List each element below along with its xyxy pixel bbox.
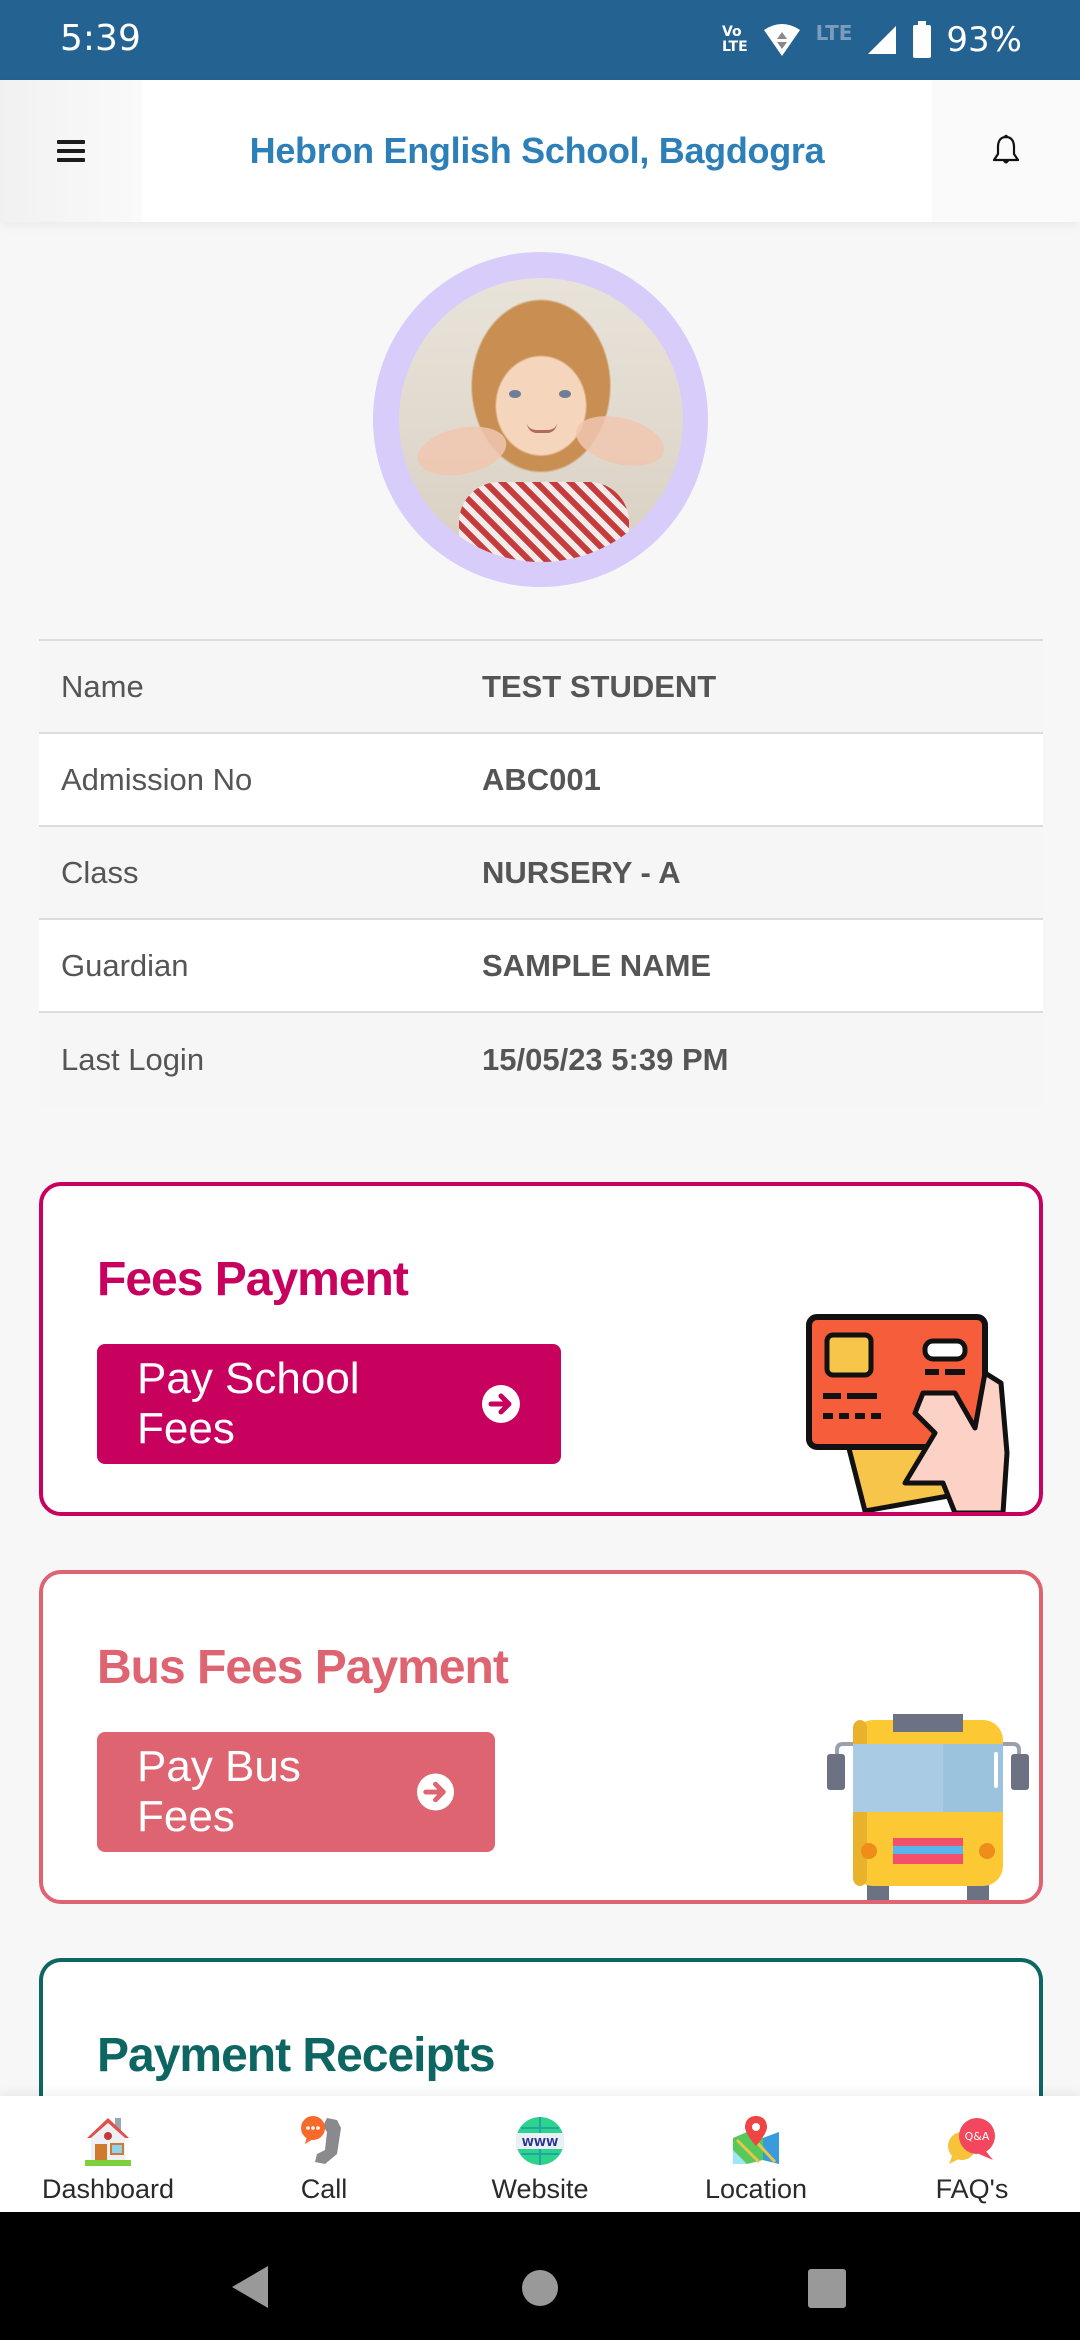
row-label: Last Login [61, 1041, 205, 1077]
row-value: TEST STUDENT [482, 668, 717, 704]
table-row: Class NURSERY - A [39, 827, 1043, 920]
row-value: 15/05/23 5:39 PM [482, 1041, 729, 1077]
nav-website[interactable]: WWW Website [432, 2096, 648, 2212]
nav-label: Dashboard [41, 2174, 175, 2204]
payment-receipts-title: Payment Receipts [97, 2029, 496, 2082]
battery-percent: 93% [946, 20, 1022, 60]
arrow-circle-right-icon [482, 1385, 521, 1423]
home-icon[interactable] [522, 2270, 558, 2306]
nav-call[interactable]: Call [216, 2096, 432, 2212]
avatar[interactable] [373, 252, 708, 587]
pay-school-fees-label: Pay School Fees [137, 1354, 360, 1453]
table-row: Admission No ABC001 [39, 734, 1043, 827]
menu-button[interactable] [0, 80, 142, 222]
row-label: Class [61, 854, 139, 890]
hamburger-icon [57, 140, 85, 162]
bottom-navigation: Dashboard Call WWW Website Location Q&A … [0, 2096, 1080, 2212]
student-photo [398, 277, 683, 562]
school-bus-icon [827, 1714, 1029, 1900]
qa-badge: Q&A [965, 2130, 990, 2143]
volte-line1: Vo [721, 24, 742, 40]
fees-payment-title: Fees Payment [97, 1253, 409, 1306]
volte-line2: LTE [721, 39, 748, 55]
status-icons: Vo LTE LTE 93% [722, 16, 1022, 64]
nav-label: Call [300, 2174, 348, 2204]
pay-bus-fees-label: Pay Bus Fees [137, 1742, 301, 1841]
app-header: Hebron English School, Bagdogra [0, 80, 1080, 222]
lte-label: LTE [815, 21, 853, 45]
nav-label: Location [704, 2174, 808, 2204]
system-navigation-bar [0, 2212, 1080, 2340]
fees-payment-card: Fees Payment Pay School Fees [39, 1182, 1043, 1516]
student-info-table: Name TEST STUDENT Admission No ABC001 Cl… [39, 639, 1043, 1106]
notifications-button[interactable] [932, 80, 1080, 222]
back-icon[interactable] [232, 2266, 268, 2308]
www-badge: WWW [522, 2136, 558, 2149]
house-icon [85, 2118, 131, 2166]
row-value: ABC001 [482, 761, 601, 797]
pay-bus-fees-button[interactable]: Pay Bus Fees [97, 1732, 495, 1852]
status-bar: 5:39 Vo LTE LTE 93% [0, 0, 1080, 80]
phone-chat-icon [301, 2116, 341, 2164]
row-label: Name [61, 668, 144, 704]
row-label: Guardian [61, 947, 189, 983]
nav-location[interactable]: Location [648, 2096, 864, 2212]
table-row: Name TEST STUDENT [39, 641, 1043, 734]
bus-fees-title: Bus Fees Payment [97, 1641, 509, 1694]
nav-dashboard[interactable]: Dashboard [0, 2096, 216, 2212]
page-title: Hebron English School, Bagdogra [249, 130, 825, 171]
table-row: Guardian SAMPLE NAME [39, 920, 1043, 1013]
nav-faqs[interactable]: Q&A FAQ's [864, 2096, 1080, 2212]
bell-icon [992, 134, 1020, 164]
battery-icon [913, 21, 932, 58]
nav-label: FAQ's [935, 2174, 1009, 2204]
map-pin-icon [733, 2116, 779, 2164]
volte-icon: Vo LTE [722, 25, 748, 55]
recents-icon[interactable] [808, 2269, 846, 2308]
credit-card-hand-icon [806, 1314, 1010, 1512]
globe-www-icon: WWW [516, 2117, 564, 2165]
table-row: Last Login 15/05/23 5:39 PM [39, 1013, 1043, 1106]
arrow-circle-right-icon [416, 1773, 455, 1811]
bus-fees-card: Bus Fees Payment Pay Bus Fees [39, 1570, 1043, 1904]
row-label: Admission No [61, 761, 253, 797]
status-time: 5:39 [60, 18, 141, 59]
row-value: SAMPLE NAME [482, 947, 712, 983]
wifi-icon [763, 24, 800, 56]
qa-bubble-icon: Q&A [948, 2118, 995, 2164]
header-title-area: Hebron English School, Bagdogra [142, 80, 932, 222]
signal-icon [868, 26, 897, 54]
pay-school-fees-button[interactable]: Pay School Fees [97, 1344, 561, 1464]
nav-label: Website [491, 2174, 589, 2204]
row-value: NURSERY - A [482, 854, 681, 890]
